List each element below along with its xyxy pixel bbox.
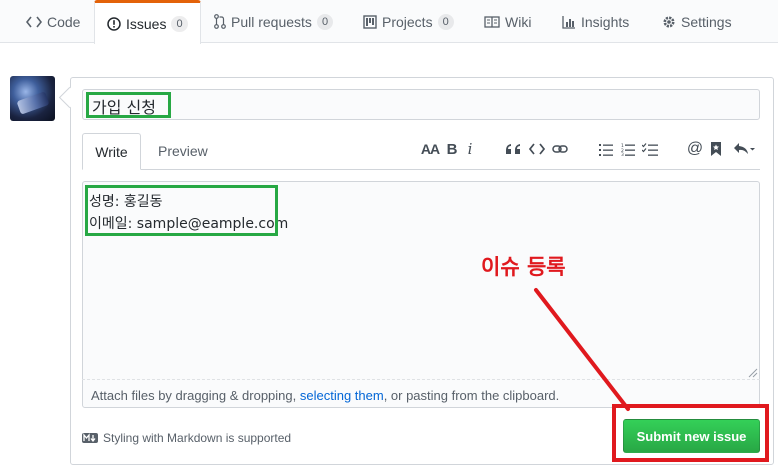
tab-write[interactable]: Write xyxy=(82,133,141,170)
tab-write-label: Write xyxy=(95,143,128,160)
annotation-arrow xyxy=(534,288,630,411)
